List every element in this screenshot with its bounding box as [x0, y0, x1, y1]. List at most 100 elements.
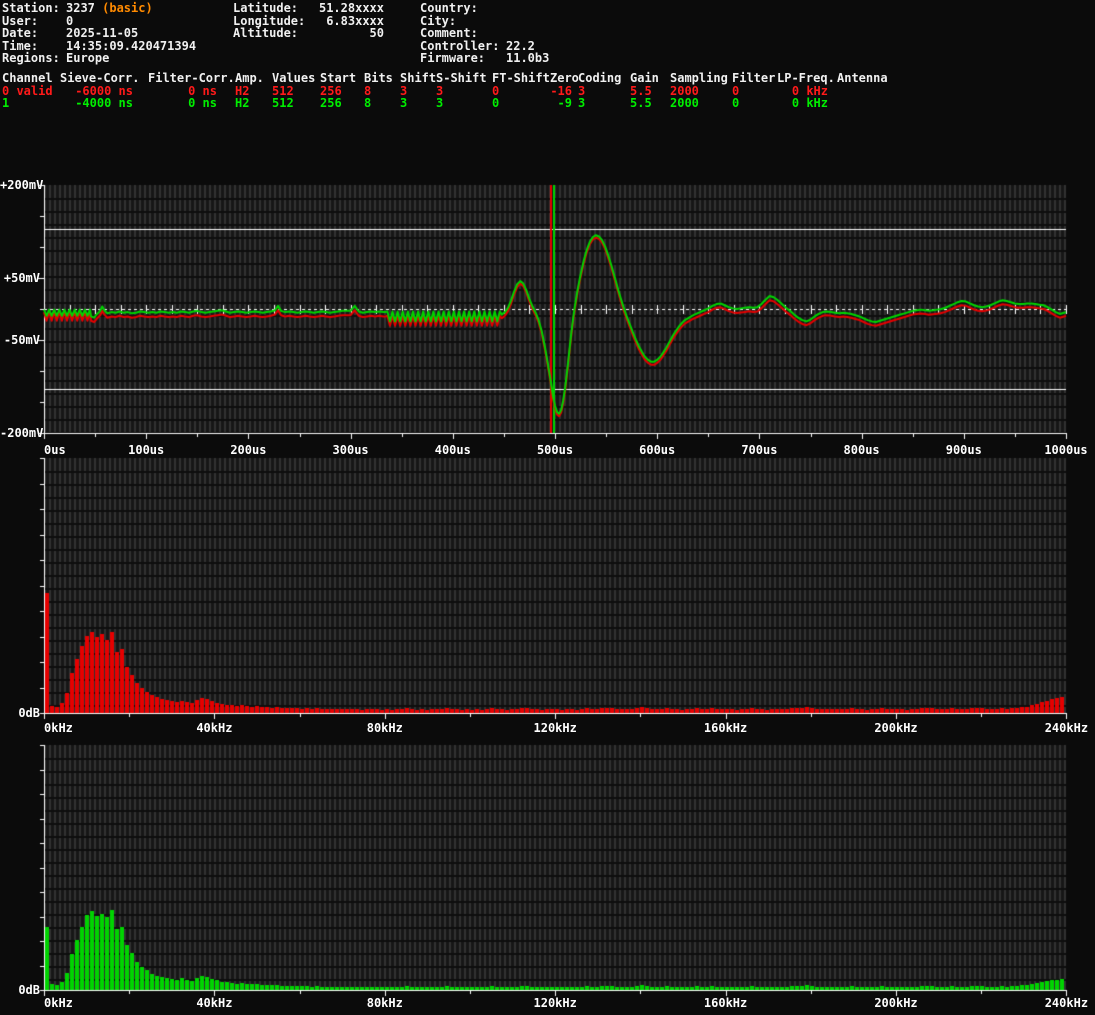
station-signal-monitor: Station: 3237 (basic) User: 0 Date: 2025-11-0… — [0, 0, 1095, 1015]
header-value-user: 0 — [66, 13, 74, 28]
spectrum-0-ylabel-0db: 0dB — [18, 706, 40, 720]
spectrum-0-xlabel-200khz: 200kHz — [874, 721, 918, 735]
table-header-ft-shift: FT-Shift — [492, 71, 550, 85]
wf-ylabel-50: +50mV — [3, 271, 40, 285]
wf-xlabel-900us: 900us — [945, 443, 982, 457]
wf-xlabel-400us: 400us — [434, 443, 471, 457]
spectrum-0-xlabel-240khz: 240kHz — [1044, 721, 1089, 735]
spectrum-0-xlabel-160khz: 160kHz — [703, 721, 748, 735]
table-cell-channel-0-s-shift: 3 — [436, 84, 444, 98]
header-label-controller: Controller: — [420, 38, 500, 53]
wf-xlabel-300us: 300us — [332, 443, 369, 457]
station-mode-badge: (basic) — [94, 1, 153, 15]
header-label-firmware: Firmware: — [420, 51, 486, 66]
table-cell-channel-0-bits: 8 — [364, 84, 372, 98]
spectrum-1-xlabel-240khz: 240kHz — [1044, 996, 1089, 1010]
header-value-altitude: 50 — [369, 26, 384, 41]
table-header-filter-corr-: Filter-Corr. — [148, 71, 235, 85]
header-label-date: Date: — [2, 26, 39, 41]
table-header-sampling: Sampling — [670, 71, 728, 85]
signal-charts-canvas — [0, 0, 1095, 1015]
table-cell-channel-1-ft-shift: 0 — [492, 96, 500, 111]
table-cell-channel-1-shift: 3 — [400, 96, 408, 111]
table-cell-channel-1-lp-freq-: 0 kHz — [791, 96, 828, 111]
table-header-bits: Bits — [364, 71, 393, 85]
header-value-date: 2025-11-05 — [66, 26, 139, 41]
table-cell-channel-0-sampling: 2000 — [670, 84, 699, 98]
table-header-shift: Shift — [400, 71, 437, 85]
table-cell-channel-1-amp-: H2 — [235, 96, 250, 111]
header-value-firmware: 11.0b3 — [506, 51, 550, 66]
header-label-comment: Comment: — [420, 26, 478, 41]
table-cell-channel-0-channel: 0 valid — [2, 84, 53, 98]
table-cell-channel-0-lp-freq-: 0 kHz — [791, 84, 828, 98]
table-cell-channel-0-start: 256 — [320, 84, 342, 98]
wf-ylabel--50: -50mV — [3, 333, 40, 347]
table-cell-channel-1-sampling: 2000 — [670, 96, 699, 111]
header-value-latitude: 51.28xxxx — [318, 1, 384, 15]
table-header-gain: Gain — [630, 71, 659, 85]
spectrum-1-xlabel-80khz: 80kHz — [366, 996, 403, 1010]
table-header-s-shift: S-Shift — [436, 71, 487, 85]
table-cell-channel-1-start: 256 — [320, 96, 342, 111]
header-value-time: 14:35:09.420471394 — [66, 38, 197, 53]
table-cell-channel-0-coding: 3 — [578, 84, 586, 98]
table-cell-channel-0-gain: 5.5 — [630, 84, 652, 98]
header-value-regions: Europe — [66, 51, 110, 66]
table-header-sieve-corr-: Sieve-Corr. — [60, 71, 140, 85]
header-label-city: City: — [420, 13, 457, 28]
header-value-station: 3237 (basic) — [66, 1, 153, 15]
wf-xlabel-800us: 800us — [843, 443, 880, 457]
table-cell-channel-0-shift: 3 — [400, 84, 408, 98]
wf-xlabel-0us: 0us — [44, 443, 66, 457]
spectrum-0-xlabel-40khz: 40kHz — [196, 721, 233, 735]
table-cell-channel-1-filter: 0 — [732, 96, 740, 111]
header-value-longitude: 6.83xxxx — [326, 13, 384, 28]
table-cell-channel-1-sieve-corr-: -4000 ns — [75, 96, 133, 111]
table-cell-channel-0-ft-shift: 0 — [492, 84, 500, 98]
table-cell-channel-1-zero: -9 — [557, 96, 572, 111]
table-cell-channel-0-filter-corr-: 0 ns — [188, 84, 217, 98]
wf-xlabel-600us: 600us — [639, 443, 676, 457]
wf-ylabel-200: +200mV — [0, 178, 44, 192]
spectrum-1-xlabel-0khz: 0kHz — [44, 996, 73, 1010]
table-cell-channel-0-filter: 0 — [732, 84, 740, 98]
header-label-time: Time: — [2, 38, 39, 53]
spectrum-0-xlabel-80khz: 80kHz — [366, 721, 403, 735]
spectrum-0-xlabel-0khz: 0kHz — [44, 721, 73, 735]
table-cell-channel-1-bits: 8 — [364, 96, 372, 111]
table-header-channel: Channel — [2, 71, 53, 85]
table-cell-channel-0-amp-: H2 — [235, 84, 250, 98]
table-cell-channel-0-zero: -16 — [550, 84, 572, 98]
table-header-coding: Coding — [578, 71, 622, 85]
table-cell-channel-0-sieve-corr-: -6000 ns — [75, 84, 133, 98]
table-header-filter: Filter — [732, 71, 776, 85]
spectrum-0-xlabel-120khz: 120kHz — [533, 721, 577, 735]
table-cell-channel-1-coding: 3 — [578, 96, 586, 111]
wf-xlabel-700us: 700us — [741, 443, 778, 457]
spectrum-1-xlabel-120khz: 120kHz — [533, 996, 577, 1010]
header-label-altitude: Altitude: — [233, 26, 299, 41]
table-cell-channel-1-gain: 5.5 — [630, 96, 652, 111]
header-label-latitude: Latitude: — [233, 1, 299, 15]
table-header-antenna: Antenna — [837, 71, 888, 85]
wf-xlabel-1000us: 1000us — [1044, 443, 1088, 457]
table-header-values: Values — [272, 71, 316, 85]
spectrum-1-xlabel-40khz: 40kHz — [196, 996, 233, 1010]
spectrum-1-ylabel-0db: 0dB — [18, 983, 40, 997]
table-cell-channel-1-channel: 1 — [2, 96, 10, 111]
header-value-controller: 22.2 — [506, 38, 535, 53]
table-cell-channel-1-values: 512 — [272, 96, 294, 111]
wf-ylabel--200: -200mV — [0, 426, 44, 440]
wf-xlabel-100us: 100us — [128, 443, 165, 457]
wf-xlabel-200us: 200us — [230, 443, 267, 457]
table-cell-channel-1-s-shift: 3 — [436, 96, 444, 111]
table-header-zero: Zero — [550, 71, 579, 85]
spectrum-1-xlabel-160khz: 160kHz — [703, 996, 748, 1010]
table-cell-channel-0-values: 512 — [272, 84, 294, 98]
table-header-lp-freq-: LP-Freq. — [777, 71, 835, 85]
table-header-amp-: Amp. — [235, 71, 264, 85]
header-label-station: Station: — [2, 1, 60, 15]
table-cell-channel-1-filter-corr-: 0 ns — [188, 96, 217, 111]
spectrum-1-xlabel-200khz: 200kHz — [874, 996, 918, 1010]
